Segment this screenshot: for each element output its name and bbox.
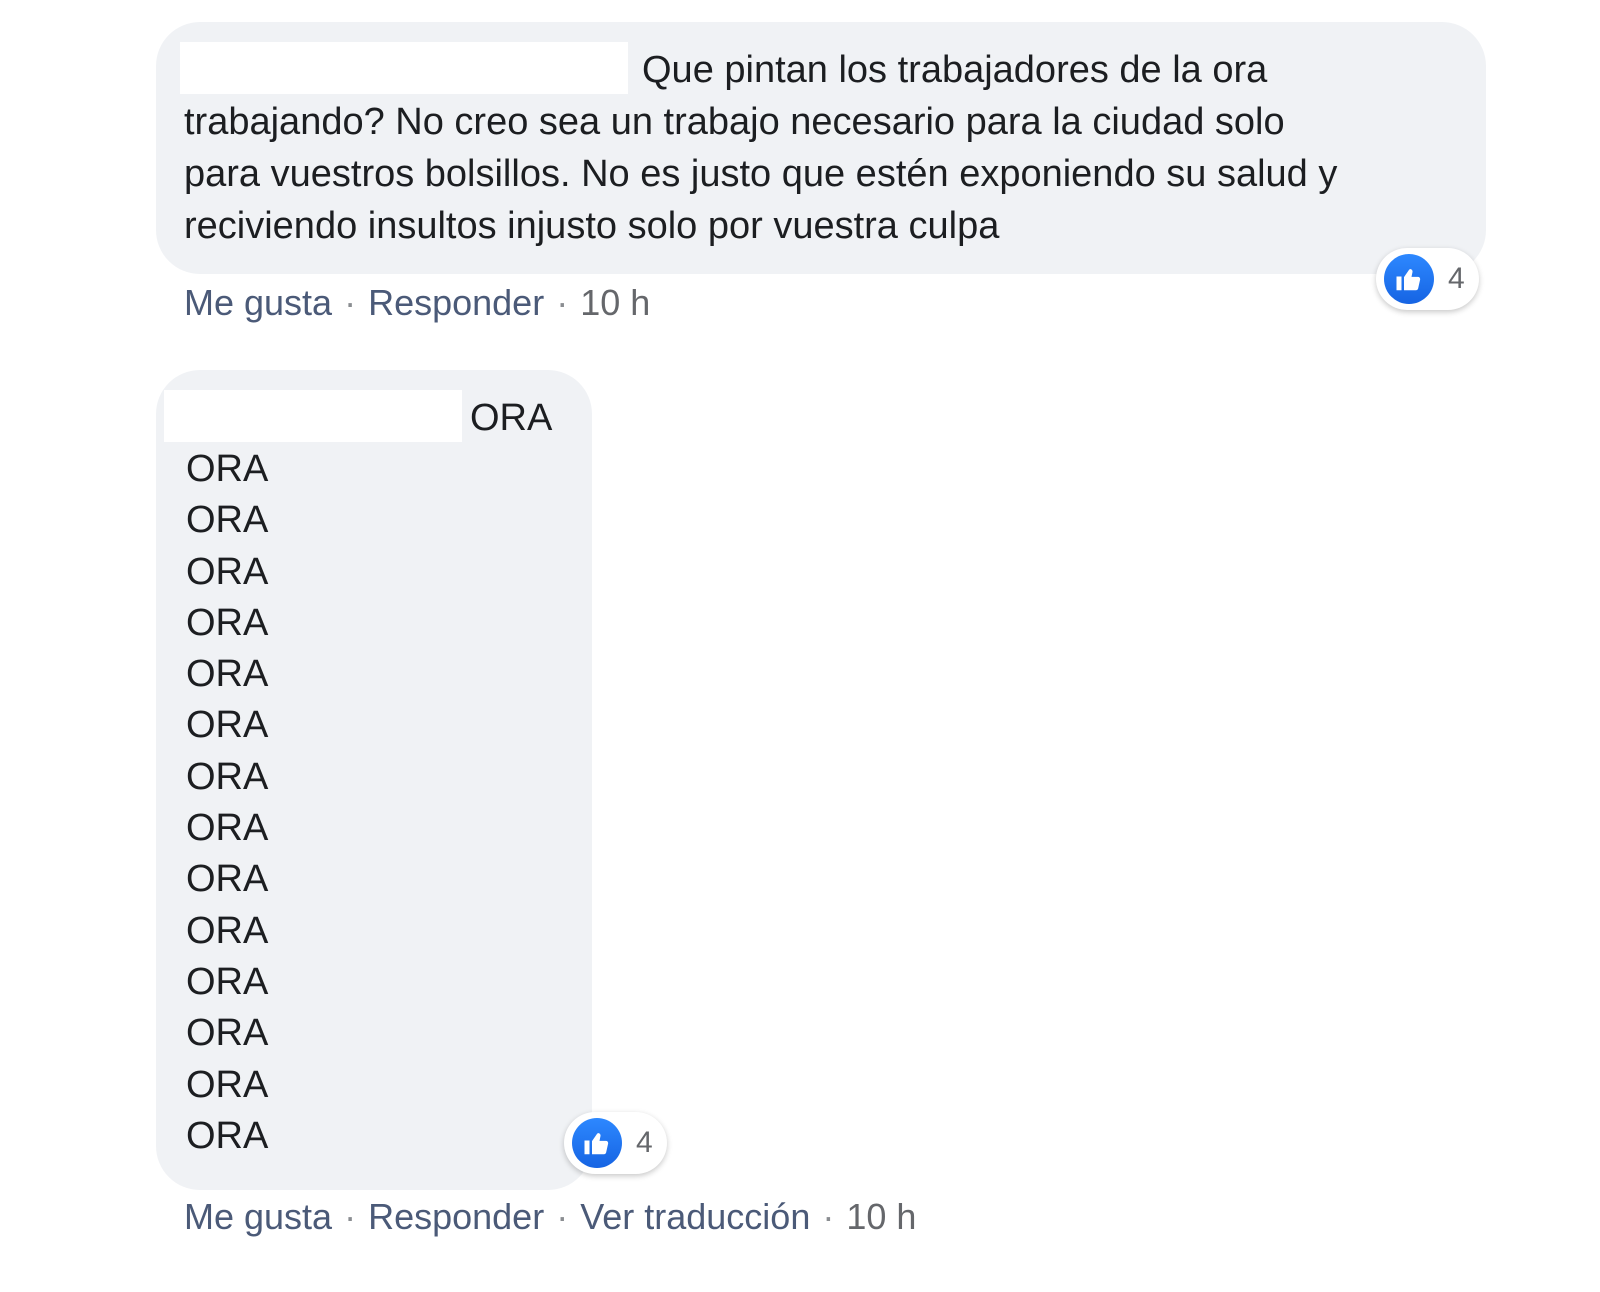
timestamp[interactable]: 10 h [846,1196,916,1238]
timestamp[interactable]: 10 h [580,282,650,324]
comment-text-line: ORA [186,909,269,952]
comment-actions: Me gusta · Responder · 10 h [184,282,650,324]
like-icon [1384,254,1434,304]
comment-text: trabajando? No creo sea un trabajo neces… [184,101,1338,247]
redacted-author-name [180,42,628,94]
like-icon [572,1118,622,1168]
comment-text-line: ORA [186,1012,269,1055]
reaction-summary[interactable]: 4 [1376,248,1479,310]
comment-text-line: ORA [186,960,269,1003]
separator-dot: · [822,1196,835,1237]
comment-text-line: ORA [186,448,269,490]
comment-text-line: ORA [186,858,269,901]
comment-text-first-line: ORA [470,397,553,439]
reaction-count: 4 [636,1126,653,1159]
like-button[interactable]: Me gusta [184,282,332,324]
reaction-count: 4 [1448,262,1465,295]
reaction-summary[interactable]: 4 [564,1112,667,1174]
comment-text-line: ORA [186,704,269,747]
separator-dot: · [556,1196,569,1237]
reply-button[interactable]: Responder [368,282,544,324]
comment-text-line: ORA [186,499,269,542]
like-button[interactable]: Me gusta [184,1196,332,1238]
comment-text-line: ORA [186,1063,269,1106]
separator-dot: · [344,282,357,323]
comment-text-line: ORA [186,755,269,798]
redacted-author-name [164,390,462,442]
comment-actions: Me gusta · Responder · Ver traducción · … [184,1196,916,1238]
comment-text-line: ORA [186,550,269,593]
reply-button[interactable]: Responder [368,1196,544,1238]
comment-text-lines: ORA ORA ORA ORA ORA ORA ORA ORA ORA ORA … [186,444,268,1162]
comment-text-line: ORA [186,807,269,850]
comment-text-line: ORA [186,653,269,696]
comment-text-line: ORA [186,1114,269,1157]
separator-dot: · [556,282,569,323]
separator-dot: · [344,1196,357,1237]
comment-text-first-line: Que pintan los trabajadores de la ora [642,49,1268,91]
comment-text-line: ORA [186,601,269,644]
see-translation-button[interactable]: Ver traducción [580,1196,810,1238]
